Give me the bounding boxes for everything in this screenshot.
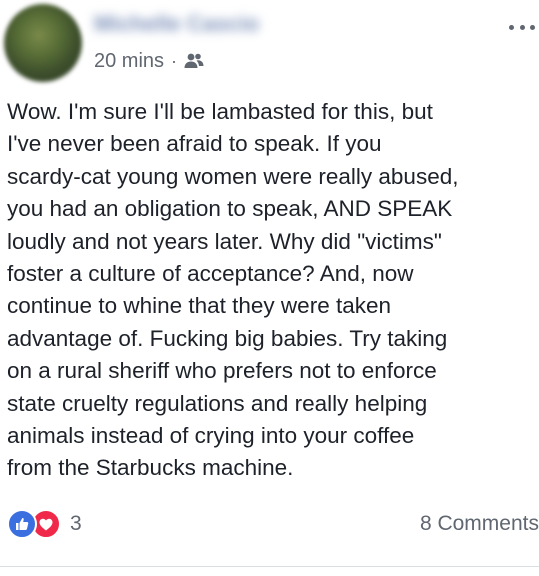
post-timestamp[interactable]: 20 mins <box>94 50 164 73</box>
comments-count-link[interactable]: 8 Comments <box>420 510 539 538</box>
post-footer: 3 8 Comments <box>0 504 539 544</box>
facebook-post-card: Michelle Cascio 20 mins · Wow. I'm sure … <box>0 0 539 576</box>
friends-icon[interactable] <box>183 52 205 70</box>
post-meta: 20 mins · <box>94 48 205 74</box>
more-options-icon[interactable] <box>509 20 535 34</box>
reactions-summary[interactable]: 3 <box>7 509 82 539</box>
footer-divider <box>0 566 539 567</box>
post-body-text: Wow. I'm sure I'll be lambasted for this… <box>7 99 459 481</box>
reaction-count: 3 <box>70 512 82 535</box>
avatar[interactable] <box>4 4 82 82</box>
meta-separator: · <box>171 50 178 71</box>
author-name[interactable]: Michelle Cascio <box>94 10 259 38</box>
like-icon <box>7 509 37 539</box>
